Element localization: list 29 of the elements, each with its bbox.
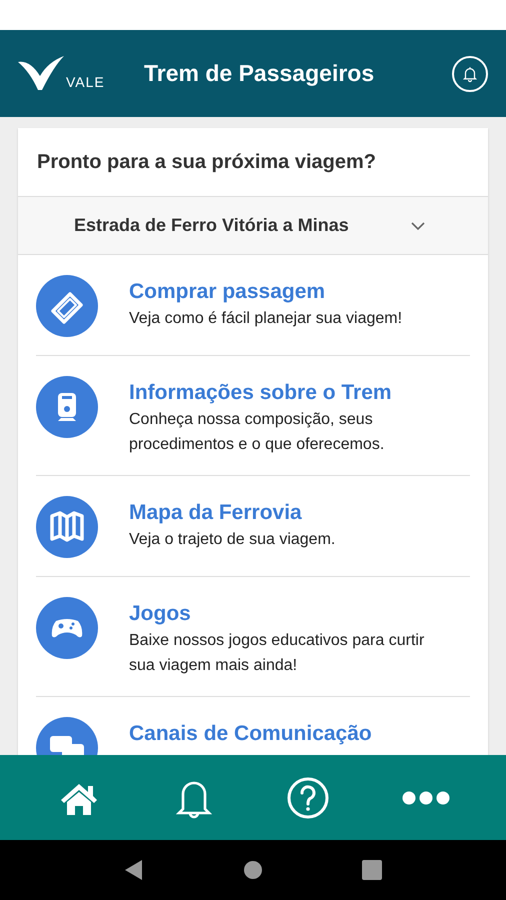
menu-item[interactable]: Comprar passagem Veja como é fácil planejar sua viagem! (36, 255, 470, 356)
item-title: Comprar passagem (129, 279, 326, 305)
more-button[interactable] (402, 790, 450, 804)
notifications-button[interactable] (452, 56, 488, 92)
item-description: Conheça nossa composição, seus procedimentos e o que oferecemos. (129, 410, 386, 455)
recents-button[interactable] (362, 860, 382, 880)
item-title: Canais de Comunicação (129, 721, 373, 747)
ticket-icon (36, 275, 98, 337)
menu-item[interactable]: Mapa da Ferrovia Veja o trajeto de sua viagem. (36, 476, 470, 577)
chevron-down-icon (410, 220, 426, 230)
app-title: Trem de Passageiros (144, 60, 376, 87)
item-title: Informações sobre o Trem (129, 380, 393, 406)
railway-dropdown[interactable]: Estrada de Ferro Vitória a Minas (18, 197, 488, 255)
logo-text: VALE (66, 74, 105, 92)
logo-icon (18, 56, 64, 92)
bell-icon (461, 64, 479, 82)
gamepad-icon (36, 597, 98, 659)
home-circle-button[interactable] (242, 860, 263, 880)
item-title: Jogos (129, 601, 192, 627)
menu-item[interactable]: Jogos Baixe nossos jogos educativos para curtir sua viagem mais ainda! (36, 577, 470, 697)
back-button[interactable] (124, 859, 144, 881)
train-icon (36, 376, 98, 438)
help-button[interactable] (286, 776, 330, 820)
item-description: Veja o trajeto de sua viagem. (129, 530, 336, 550)
menu-item[interactable]: Informações sobre o Trem Conheça nossa composição, seus procedimentos e o que oferecemos. (36, 356, 470, 476)
map-icon (36, 496, 98, 558)
item-description: Veja como é fácil planejar sua viagem! (129, 309, 404, 329)
item-title: Mapa da Ferrovia (129, 500, 303, 526)
item-description: Baixe nossos jogos educativos para curtir sua viagem mais ainda! (129, 631, 426, 676)
